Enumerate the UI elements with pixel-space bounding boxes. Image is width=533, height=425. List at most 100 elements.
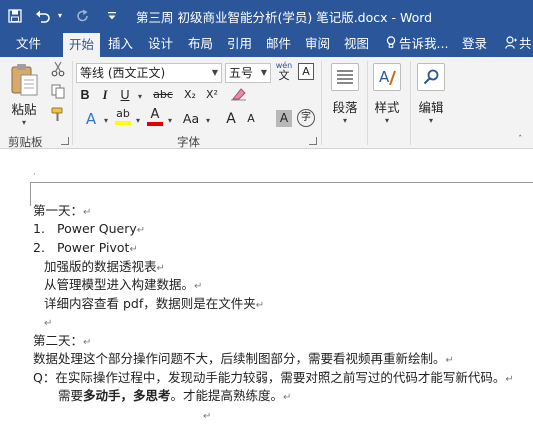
person-icon [505,32,517,58]
font-color-button[interactable]: A [145,107,165,129]
ribbon-tabs: 文件 开始 插入 设计 布局 引用 邮件 审阅 视图 告诉我... 登录 共 [0,31,533,57]
line-text: 详细内容查看 pdf，数据则是在文件夹 [44,296,256,311]
share-button[interactable]: 共 [505,31,532,57]
line-text-prefix: 需要 [58,388,84,403]
collapse-ribbon-icon[interactable]: ˆ [518,135,528,145]
doc-line-day1[interactable]: 第一天：↵ [33,203,91,221]
paste-icon [9,63,39,97]
enclose-characters-button[interactable]: 字 [297,109,315,127]
doc-list-item-2[interactable]: 2. Power Pivot↵ [33,240,138,258]
tab-home[interactable]: 开始 [63,33,101,57]
list-number: 1. [33,221,45,236]
strikethrough-button[interactable]: abc [149,85,177,105]
undo-icon[interactable] [32,0,54,31]
search-icon [417,63,445,91]
paragraph-mark-icon: ↵ [136,225,146,236]
styles-icon: A [373,63,401,91]
editing-label: 编辑 [418,100,444,115]
phonetic-char: 文 [278,69,290,82]
tab-insert[interactable]: 插入 [108,31,133,57]
lightbulb-icon [386,32,396,58]
paragraph-mark-icon: ↵ [255,300,265,311]
text-effects-dropdown-icon[interactable]: ▾ [101,109,111,129]
format-painter-icon[interactable] [48,107,68,127]
change-case-button[interactable]: Aa [179,109,203,129]
day2-text: 第二天： [33,333,84,348]
underline-button[interactable]: U [116,85,134,105]
font-size-value: 五号 [229,66,254,80]
paste-label: 粘贴 [11,102,37,117]
doc-line-f[interactable]: 需要多动手，多思考。才能提高熟练度。↵ [58,388,291,406]
underline-dropdown-icon[interactable]: ▾ [135,85,145,105]
tell-me-label: 告诉我... [399,36,449,51]
font-name-value: 等线 (西文正文) [80,66,166,80]
doc-list-item-1[interactable]: 1. Power Query↵ [33,221,145,239]
doc-line-b[interactable]: 从管理模型进入构建数据。↵ [44,277,202,295]
paragraph-mark-icon: ↵ [194,281,203,292]
paste-button[interactable]: 粘贴 ▾ [6,63,42,127]
clear-formatting-icon[interactable] [228,85,250,105]
superscript-button[interactable]: X² [202,85,222,105]
tell-me-box[interactable]: 告诉我... [386,31,448,57]
grow-font-button[interactable]: A [222,109,240,129]
italic-button[interactable]: I [96,85,114,105]
subscript-button[interactable]: X₂ [180,85,200,105]
redo-icon[interactable] [72,0,94,31]
phonetic-guide-button[interactable]: wén 文 [274,61,294,83]
line-text-bold: 多动手，多思考 [83,388,171,403]
undo-dropdown-icon[interactable]: ▾ [55,0,65,31]
paragraph-mark-icon: ↵ [44,318,53,329]
tab-references[interactable]: 引用 [227,31,252,57]
doc-empty-line-end[interactable]: ↵ [203,407,211,425]
tab-file[interactable]: 文件 [16,31,41,57]
tab-review[interactable]: 审阅 [305,31,330,57]
styles-dropdown-icon[interactable]: ▾ [370,116,404,125]
editing-dropdown-icon[interactable]: ▾ [414,116,448,125]
doc-line-day2[interactable]: 第二天：↵ [33,333,91,351]
doc-line-a[interactable]: 加强版的数据透视表↵ [44,259,165,277]
paragraph-button[interactable]: 段落 ▾ [328,63,362,125]
font-size-select[interactable]: 五号 ▼ [225,63,271,83]
font-launcher-icon[interactable] [309,137,317,145]
copy-icon[interactable] [48,84,68,104]
line-text: 加强版的数据透视表 [44,259,157,274]
header-mark: · [33,170,36,180]
change-case-dropdown-icon[interactable]: ▾ [203,109,213,129]
highlight-dropdown-icon[interactable]: ▾ [133,109,143,129]
font-color-bar [147,122,163,126]
save-icon[interactable] [4,0,26,31]
character-border-button[interactable]: A [298,63,314,80]
line-text: Q：在实际操作过程中，发现动手能力较弱，需要对照之前写过的代码才能写新代码。 [33,370,506,385]
chevron-down-icon: ▼ [211,68,218,77]
highlight-button[interactable]: ab [113,107,133,129]
font-name-select[interactable]: 等线 (西文正文) ▼ [76,63,222,83]
customize-icon[interactable] [104,0,120,31]
paragraph-icon [331,63,359,91]
ribbon-separator [321,61,322,145]
list-number: 2. [33,240,45,255]
cut-icon[interactable] [48,61,68,81]
login-button[interactable]: 登录 [462,31,487,57]
doc-empty-line[interactable]: ↵ [44,314,52,332]
shrink-font-button[interactable]: A [243,109,259,129]
paragraph-dropdown-icon[interactable]: ▾ [328,116,362,125]
editing-button[interactable]: 编辑 ▾ [414,63,448,125]
character-shading-button[interactable]: A [276,110,292,127]
bold-button[interactable]: B [76,85,94,105]
font-group-label: 字体 [177,135,200,149]
tab-mailings[interactable]: 邮件 [266,31,291,57]
text-effects-button[interactable]: A [80,109,102,129]
font-color-dropdown-icon[interactable]: ▾ [165,109,175,129]
clipboard-group-label: 剪贴板 [8,135,43,149]
styles-button[interactable]: A 样式 ▾ [370,63,404,125]
tab-design[interactable]: 设计 [148,31,173,57]
doc-line-c[interactable]: 详细内容查看 pdf，数据则是在文件夹↵ [44,296,264,314]
paragraph-mark-icon: ↵ [283,392,292,403]
doc-line-e[interactable]: Q：在实际操作过程中，发现动手能力较弱，需要对照之前写过的代码才能写新代码。↵ [33,370,514,388]
line-text: 数据处理这个部分操作问题不大，后续制图部分，需要看视频再重新绘制。 [33,351,446,366]
tab-layout[interactable]: 布局 [188,31,213,57]
clipboard-launcher-icon[interactable] [61,137,69,145]
paste-dropdown-icon[interactable]: ▾ [6,118,42,127]
tab-view[interactable]: 视图 [344,31,369,57]
doc-line-d[interactable]: 数据处理这个部分操作问题不大，后续制图部分，需要看视频再重新绘制。↵ [33,351,454,369]
